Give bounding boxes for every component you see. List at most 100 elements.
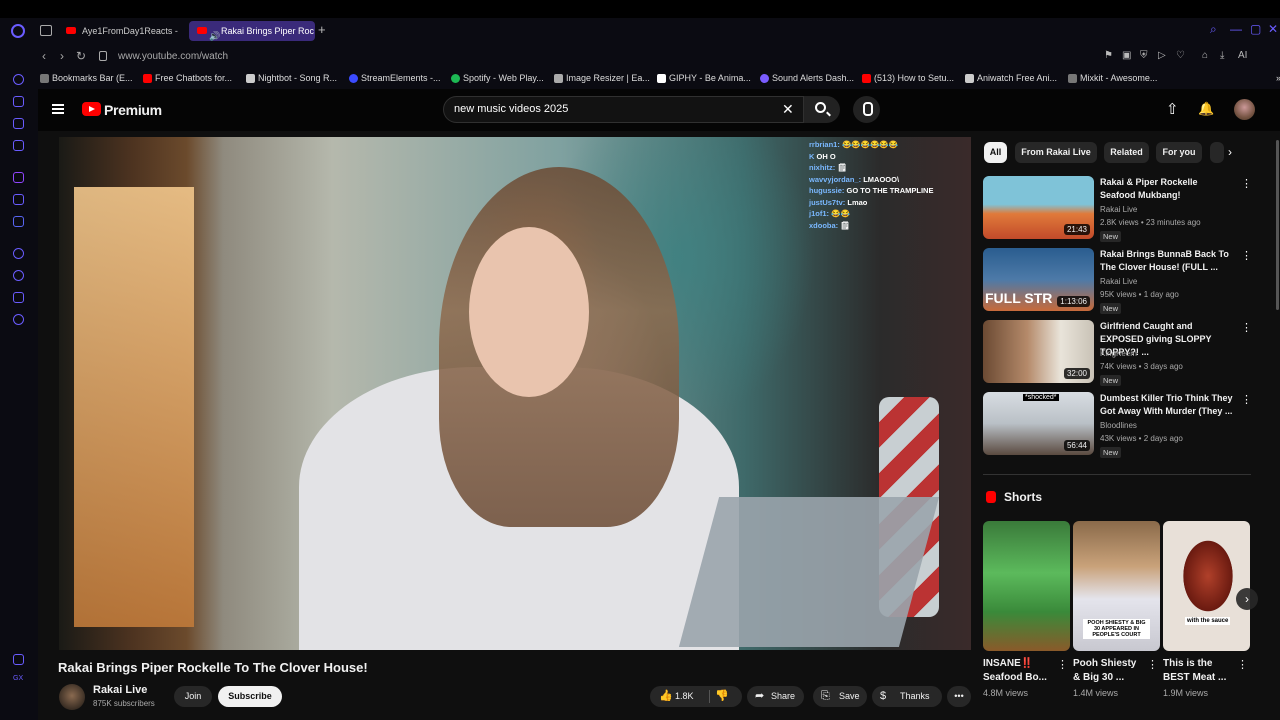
maximize-button[interactable]: ▢ bbox=[1250, 22, 1261, 36]
bookmark-item[interactable]: StreamElements -... bbox=[349, 73, 441, 83]
bookmark-item[interactable]: Spotify - Web Play... bbox=[451, 73, 544, 83]
chip-related[interactable]: Related bbox=[1104, 142, 1149, 163]
bookmark-item[interactable]: (513) How to Setu... bbox=[862, 73, 954, 83]
more-vert-icon[interactable]: ⋮ bbox=[1237, 658, 1248, 671]
search-button[interactable] bbox=[804, 96, 840, 123]
search-box[interactable] bbox=[443, 96, 804, 123]
player-icon[interactable]: ▷ bbox=[1158, 50, 1166, 61]
sidebar-vpn-icon[interactable] bbox=[13, 654, 24, 665]
chip-for-you[interactable]: For you bbox=[1156, 142, 1202, 163]
save-button[interactable]: ⎘ Save bbox=[813, 686, 867, 707]
notifications-bell-icon[interactable]: 🔔 bbox=[1198, 101, 1214, 117]
snapshot-icon[interactable]: ▣ bbox=[1122, 50, 1131, 61]
subscribe-button[interactable]: Subscribe bbox=[218, 686, 282, 707]
more-vert-icon[interactable]: ⋮ bbox=[1147, 658, 1158, 671]
speaker-icon[interactable]: 🔊 bbox=[209, 26, 220, 41]
bookmark-item[interactable]: GIPHY - Be Anima... bbox=[657, 73, 751, 83]
minimize-button[interactable]: — bbox=[1230, 22, 1242, 36]
join-button[interactable]: Join bbox=[174, 686, 212, 707]
channel-name[interactable]: Rakai Live bbox=[93, 684, 147, 696]
new-tab-button[interactable]: + bbox=[318, 22, 326, 37]
wallet-icon[interactable]: ⌂ bbox=[1202, 50, 1208, 61]
recommendation-channel[interactable]: Rakai Live bbox=[1100, 205, 1137, 214]
menu-icon[interactable] bbox=[52, 104, 64, 114]
sidebar-messenger-icon[interactable] bbox=[13, 140, 24, 151]
sidebar-gx-icon[interactable]: GX bbox=[13, 675, 24, 686]
sidebar-discord-icon[interactable] bbox=[13, 216, 24, 227]
sidebar-player-icon[interactable] bbox=[13, 248, 24, 259]
back-button[interactable]: ‹ bbox=[42, 49, 46, 63]
address-url[interactable]: www.youtube.com/watch bbox=[118, 51, 228, 62]
short-item[interactable]: with the sauce This is the BEST Meat ...… bbox=[1163, 521, 1250, 698]
recommendation-channel[interactable]: Bloodlines bbox=[1100, 421, 1137, 430]
recommendation-channel[interactable]: Rakai Live bbox=[1100, 277, 1137, 286]
voice-search-button[interactable] bbox=[853, 96, 880, 123]
heart-icon[interactable]: ♡ bbox=[1176, 50, 1185, 61]
clear-search-icon[interactable]: ✕ bbox=[782, 101, 794, 118]
video-thumbnail[interactable]: FULL STR 1:13:06 bbox=[983, 248, 1094, 311]
bookmark-item[interactable]: Bookmarks Bar (E... bbox=[40, 73, 133, 83]
search-tabs-icon[interactable]: ⌕ bbox=[1210, 22, 1217, 37]
sidebar-percent-icon[interactable] bbox=[13, 194, 24, 205]
download-icon[interactable]: ⤓ bbox=[1220, 50, 1224, 61]
aria-ai-button[interactable]: AI bbox=[1238, 50, 1247, 61]
sidebar-history-icon[interactable] bbox=[13, 270, 24, 281]
short-title[interactable]: This is the BEST Meat ... bbox=[1163, 657, 1235, 685]
video-thumbnail[interactable]: 32:00 bbox=[983, 320, 1094, 383]
short-thumbnail[interactable] bbox=[983, 521, 1070, 651]
youtube-logo-icon[interactable] bbox=[82, 102, 101, 116]
thanks-button[interactable]: $ Thanks bbox=[872, 686, 942, 707]
recommendation-item[interactable]: 21:43 Rakai & Piper Rockelle Seafood Muk… bbox=[983, 176, 1253, 242]
chips-next-icon[interactable]: › bbox=[1228, 145, 1232, 159]
short-item[interactable]: INSANE‼️ Seafood Bo... 4.8M views ⋮ bbox=[983, 521, 1070, 698]
sidebar-workspace-icon[interactable] bbox=[13, 96, 24, 107]
opera-logo-icon[interactable] bbox=[11, 24, 25, 38]
channel-avatar[interactable] bbox=[59, 684, 85, 710]
bookmark-item[interactable]: Image Resizer | Ea... bbox=[554, 73, 650, 83]
recommendation-item[interactable]: FULL STR 1:13:06 Rakai Brings BunnaB Bac… bbox=[983, 248, 1253, 314]
sidebar-home-icon[interactable] bbox=[13, 74, 24, 85]
like-count[interactable]: 1.8K bbox=[675, 686, 694, 707]
bookmark-icon[interactable]: ⚑ bbox=[1104, 50, 1113, 61]
short-title[interactable]: INSANE‼️ Seafood Bo... bbox=[983, 657, 1055, 685]
upload-icon[interactable]: ⇧ bbox=[1166, 100, 1179, 118]
bookmark-item[interactable]: Sound Alerts Dash... bbox=[760, 73, 854, 83]
page-scrollbar[interactable] bbox=[1276, 140, 1279, 310]
more-vert-icon[interactable]: ⋮ bbox=[1241, 393, 1252, 406]
more-vert-icon[interactable]: ⋮ bbox=[1241, 177, 1252, 190]
video-thumbnail[interactable]: *shocked* 56:44 bbox=[983, 392, 1094, 455]
chip-all[interactable]: All bbox=[984, 142, 1007, 163]
recommendation-item[interactable]: 32:00 Girlfriend Caught and EXPOSED givi… bbox=[983, 320, 1253, 386]
close-window-button[interactable]: ✕ bbox=[1268, 22, 1278, 36]
bookmark-item[interactable]: Aniwatch Free Ani... bbox=[965, 73, 1057, 83]
recommendation-title[interactable]: Rakai & Piper Rockelle Seafood Mukbang! bbox=[1100, 176, 1235, 202]
sidebar-settings-icon[interactable] bbox=[13, 314, 24, 325]
video-thumbnail[interactable]: 21:43 bbox=[983, 176, 1094, 239]
video-player[interactable]: rrbrian1: 😂😂😂😂😂😂 K OH O nixhitz: 🗒 wavvy… bbox=[59, 137, 971, 650]
more-vert-icon[interactable]: ⋮ bbox=[1241, 321, 1252, 334]
like-icon[interactable]: 👍 bbox=[659, 686, 673, 707]
short-title[interactable]: Pooh Shiesty & Big 30 ... bbox=[1073, 657, 1145, 685]
browser-tab-1[interactable]: Aye1FromDay1Reacts - Yo bbox=[58, 21, 180, 41]
more-vert-icon[interactable]: ⋮ bbox=[1241, 249, 1252, 262]
short-item[interactable]: POOH SHIESTY & BIG 30 APPEARED IN PEOPLE… bbox=[1073, 521, 1160, 698]
chip-partial[interactable] bbox=[1210, 142, 1224, 163]
chip-from-channel[interactable]: From Rakai Live bbox=[1015, 142, 1097, 163]
recommendation-channel[interactable]: KingKeem bbox=[1100, 349, 1137, 358]
recommendation-title[interactable]: Dumbest Killer Trio Think They Got Away … bbox=[1100, 392, 1235, 418]
lock-icon[interactable] bbox=[99, 51, 107, 61]
reload-button[interactable]: ↻ bbox=[76, 49, 86, 63]
recommendation-title[interactable]: Rakai Brings BunnaB Back To The Clover H… bbox=[1100, 248, 1235, 274]
short-thumbnail[interactable]: POOH SHIESTY & BIG 30 APPEARED IN PEOPLE… bbox=[1073, 521, 1160, 651]
forward-button[interactable]: › bbox=[60, 49, 64, 63]
youtube-brand[interactable]: Premium bbox=[104, 102, 162, 118]
sidebar-extensions-icon[interactable] bbox=[13, 292, 24, 303]
bookmarks-overflow-icon[interactable]: » bbox=[1264, 73, 1280, 83]
browser-tab-2-active[interactable]: 🔊 Rakai Brings Piper Roc bbox=[189, 21, 315, 41]
search-input[interactable] bbox=[454, 103, 754, 115]
short-thumbnail[interactable]: with the sauce bbox=[1163, 521, 1250, 651]
recommendation-item[interactable]: *shocked* 56:44 Dumbest Killer Trio Thin… bbox=[983, 392, 1253, 458]
more-vert-icon[interactable]: ⋮ bbox=[1057, 658, 1068, 671]
dislike-icon[interactable]: 👎 bbox=[715, 686, 729, 707]
sidebar-notes-icon[interactable] bbox=[13, 118, 24, 129]
